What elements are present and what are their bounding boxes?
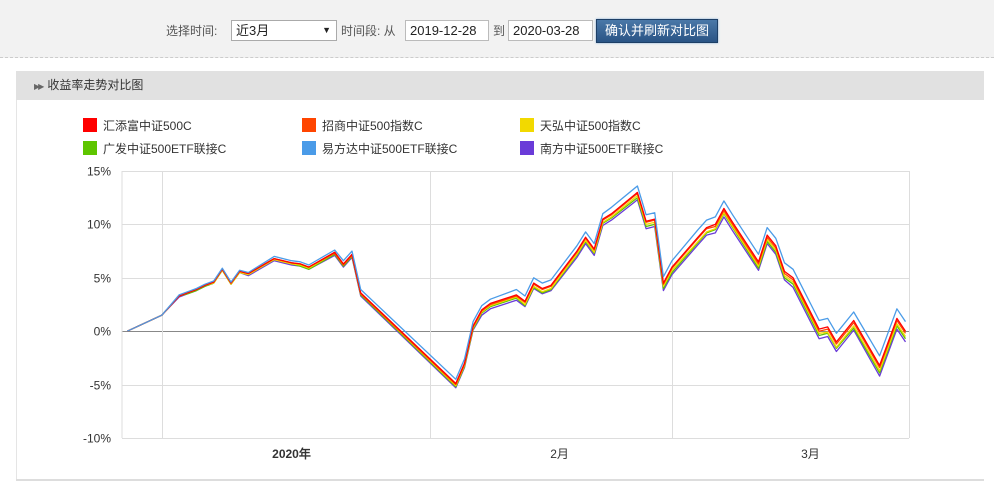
x-tick-label: 3月: [801, 447, 820, 461]
y-tick-label: -5%: [90, 379, 112, 393]
series-line-5: [126, 185, 907, 380]
y-tick-label: 5%: [94, 272, 112, 286]
y-tick-label: 15%: [87, 165, 111, 179]
y-tick-label: 10%: [87, 218, 111, 232]
x-tick-label: 2月: [550, 447, 569, 461]
y-tick-label: 0%: [94, 325, 112, 339]
return-trend-chart: 15% 10% 5% 0% -5% -10% 2020年 2月 3月: [83, 165, 910, 461]
series-line-6: [126, 199, 907, 389]
y-tick-label: -10%: [83, 432, 111, 446]
x-tick-label: 2020年: [272, 446, 311, 461]
series-line-4: [126, 197, 907, 388]
series-line-1: [126, 191, 907, 385]
